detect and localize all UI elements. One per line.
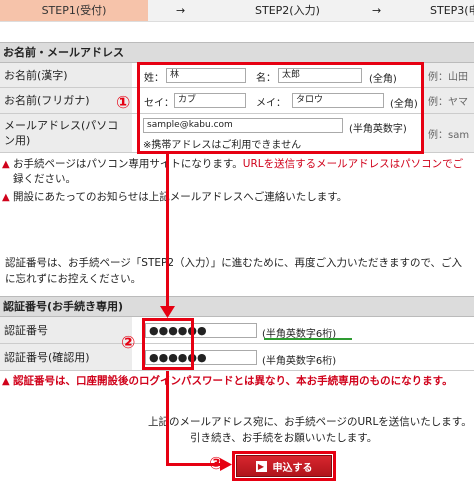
example-text: 例：ヤマ [424, 88, 474, 113]
callout-number-2: ② [121, 333, 136, 353]
step2: STEP2(入力) [255, 4, 320, 17]
row-label: お名前(フリガナ) [0, 88, 132, 113]
auth-confirm-note: (半角英数字6桁) [262, 356, 337, 367]
callout-number-1: ① [116, 93, 131, 113]
connector-line-1 [166, 154, 169, 309]
example-text: 例：sam [424, 114, 474, 152]
step1-active: STEP1(受付) [0, 0, 148, 21]
closing-line2: 引き続き、お手続をお願いいたします。 [190, 432, 378, 444]
warning-icon: ▲ [2, 376, 10, 387]
warning-notice-email: ▲ 開設にあたってのお知らせは上記メールアドレスへご連絡いたします。 [2, 191, 348, 203]
callout-number-3: ③ [209, 454, 224, 474]
play-icon: ▶ [255, 460, 267, 472]
warning-icon: ▲ [2, 192, 10, 203]
row-label: お名前(漢字) [0, 63, 132, 87]
step3: STEP3(申 [430, 4, 474, 17]
row-auth-code: 認証番号 ●●●●●● (半角英数字6桁) [0, 317, 474, 344]
warning-pc-only-cont: 録ください。 [13, 173, 76, 185]
auth-intro-line2: に忘れずにお控えください。 [5, 273, 142, 285]
row-label: 認証番号(確認用) [0, 344, 132, 370]
example-text: 例：山田 [424, 63, 474, 87]
row-label: 認証番号 [0, 317, 132, 343]
row-label: メールアドレス(パソコン用) [0, 114, 132, 152]
callout-box-2 [142, 318, 194, 370]
step-arrow-icon: → [176, 4, 186, 17]
closing-line1: 上記のメールアドレス宛に、お手続ページのURLを送信いたします。 [148, 416, 472, 428]
submit-button[interactable]: ▶ 申込する [236, 455, 332, 477]
submit-label: 申込する [272, 462, 313, 474]
step-arrow-icon: → [372, 4, 382, 17]
warning-pc-only: ▲ お手続ページはパソコン専用サイトになります。URLを送信するメールアドレスは… [2, 158, 464, 170]
note-underline [264, 338, 352, 340]
warning-icon: ▲ [2, 159, 10, 170]
callout-box-1 [137, 62, 424, 154]
section-header-name-email: お名前・メールアドレス [0, 42, 474, 63]
auth-intro-line1: 認証番号は、お手続ページ「STEP2（入力）」に進むために、再度ご入力いただきま… [5, 257, 463, 269]
arrow-down-icon [160, 306, 175, 318]
section-header-auth: 認証番号(お手続き専用) [0, 296, 474, 317]
warning-auth-code: ▲ 認証番号は、口座開設後のログインパスワードとは異なり、本お手続専用のものにな… [2, 375, 453, 387]
step-bar: STEP1(受付) → STEP2(入力) → STEP3(申 [0, 0, 474, 22]
row-auth-confirm: 認証番号(確認用) ●●●●●● (半角英数字6桁) [0, 344, 474, 371]
connector-line-2 [166, 371, 169, 466]
